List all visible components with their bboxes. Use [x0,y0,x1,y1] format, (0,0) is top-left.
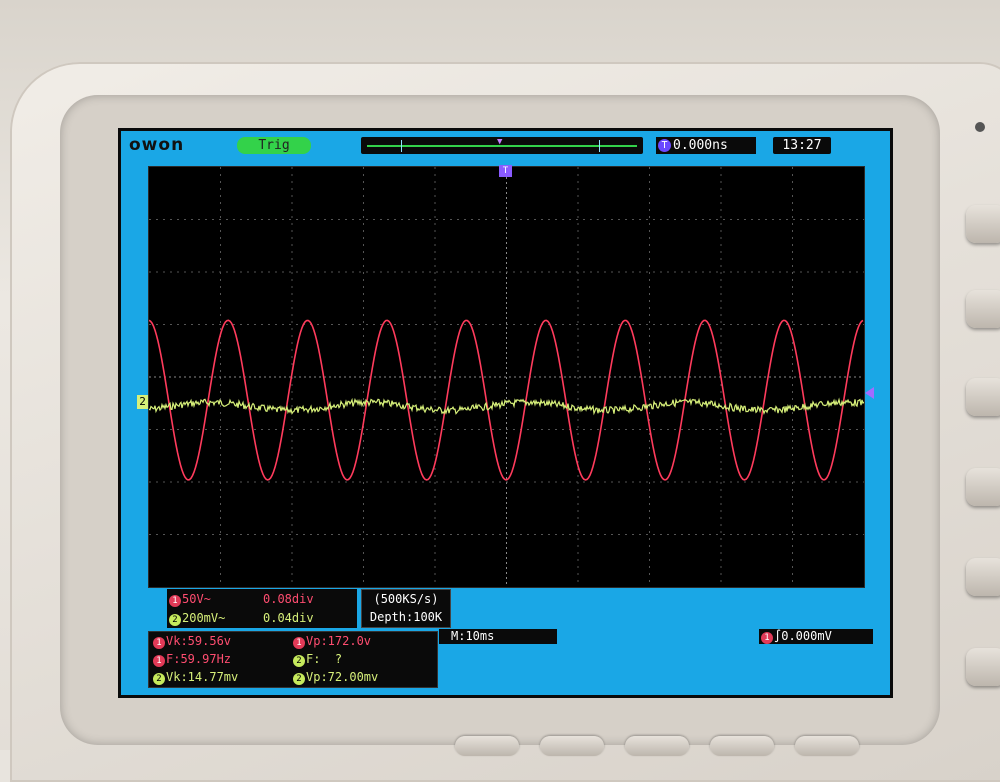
trigger-source-badge: 1 [761,632,773,644]
softkey-button-5[interactable] [966,558,1000,596]
ch1-volts: 50V~ [182,592,211,606]
ch1-offset: 0.08div [263,592,314,606]
measurement-panel: 1 Vk:59.56v 1 Vp:172.0v 1 F:59.97Hz 2 F: ? 2… [148,631,438,688]
trigger-level: 0.000mV [781,629,832,643]
ch1-freq-measurement: 1 F:59.97Hz [153,650,231,668]
timebase-display[interactable]: M:10ms [439,629,557,644]
ch2-volts: 200mV~ [182,611,226,625]
trigger-delay-badge: T [658,139,671,152]
softkey-button-1[interactable] [966,205,1000,243]
softkey-button-2[interactable] [966,290,1000,328]
softkey-button-6[interactable] [966,648,1000,686]
trigger-status: Trig [237,137,311,154]
trigger-level-marker-icon[interactable] [865,387,874,399]
waveform-grid [148,166,865,588]
trigger-position-marker-icon: ▼ [497,137,503,147]
ch1-badge: 1 [169,595,181,607]
ch2-freq-measurement: 2 F: ? [293,650,342,668]
ch1-vp-measurement: 1 Vp:172.0v [293,632,371,650]
softkey-button-3[interactable] [966,378,1000,416]
indicator-hole [975,122,985,132]
trigger-info[interactable]: 1 ∫0.000mV [759,629,873,644]
oscilloscope-screen: owon Trig ▼ T 0.000ns 13:27 2 T 1 50V~ 0.0… [118,128,893,698]
sample-rate: (500KS/s) [373,592,439,606]
bottom-button-1[interactable] [455,736,519,756]
bottom-button-5[interactable] [795,736,859,756]
trigger-delay-value: 0.000ns [673,138,728,153]
ch2-setting-row[interactable]: 2 200mV~ 0.04div [169,609,314,627]
memory-position-bar: ▼ [361,137,643,154]
bottom-button-3[interactable] [625,736,689,756]
trigger-position-icon[interactable]: T [499,165,512,177]
ch2-vp-measurement: 2 Vp:72.00mv [293,668,378,686]
clock: 13:27 [773,137,831,154]
ch1-setting-row[interactable]: 1 50V~ 0.08div [169,590,314,608]
sample-info: (500KS/s) Depth:100K [361,589,451,628]
ch2-offset: 0.04div [263,611,314,625]
bottom-button-4[interactable] [710,736,774,756]
trigger-delay: T 0.000ns [656,137,756,154]
waveform-canvas [149,167,864,587]
ch2-ground-marker[interactable]: 2 [137,395,148,409]
memory-depth: Depth:100K [369,610,443,624]
brand-logo: owon [129,135,185,155]
channel-settings: 1 50V~ 0.08div 2 200mV~ 0.04div [167,589,357,628]
bottom-button-2[interactable] [540,736,604,756]
ch1-vk-measurement: 1 Vk:59.56v [153,632,231,650]
ch2-badge: 2 [169,614,181,626]
ch1-waveform [149,319,864,481]
ch2-vk-measurement: 2 Vk:14.77mv [153,668,238,686]
softkey-button-4[interactable] [966,468,1000,506]
ch2-waveform [149,397,864,416]
